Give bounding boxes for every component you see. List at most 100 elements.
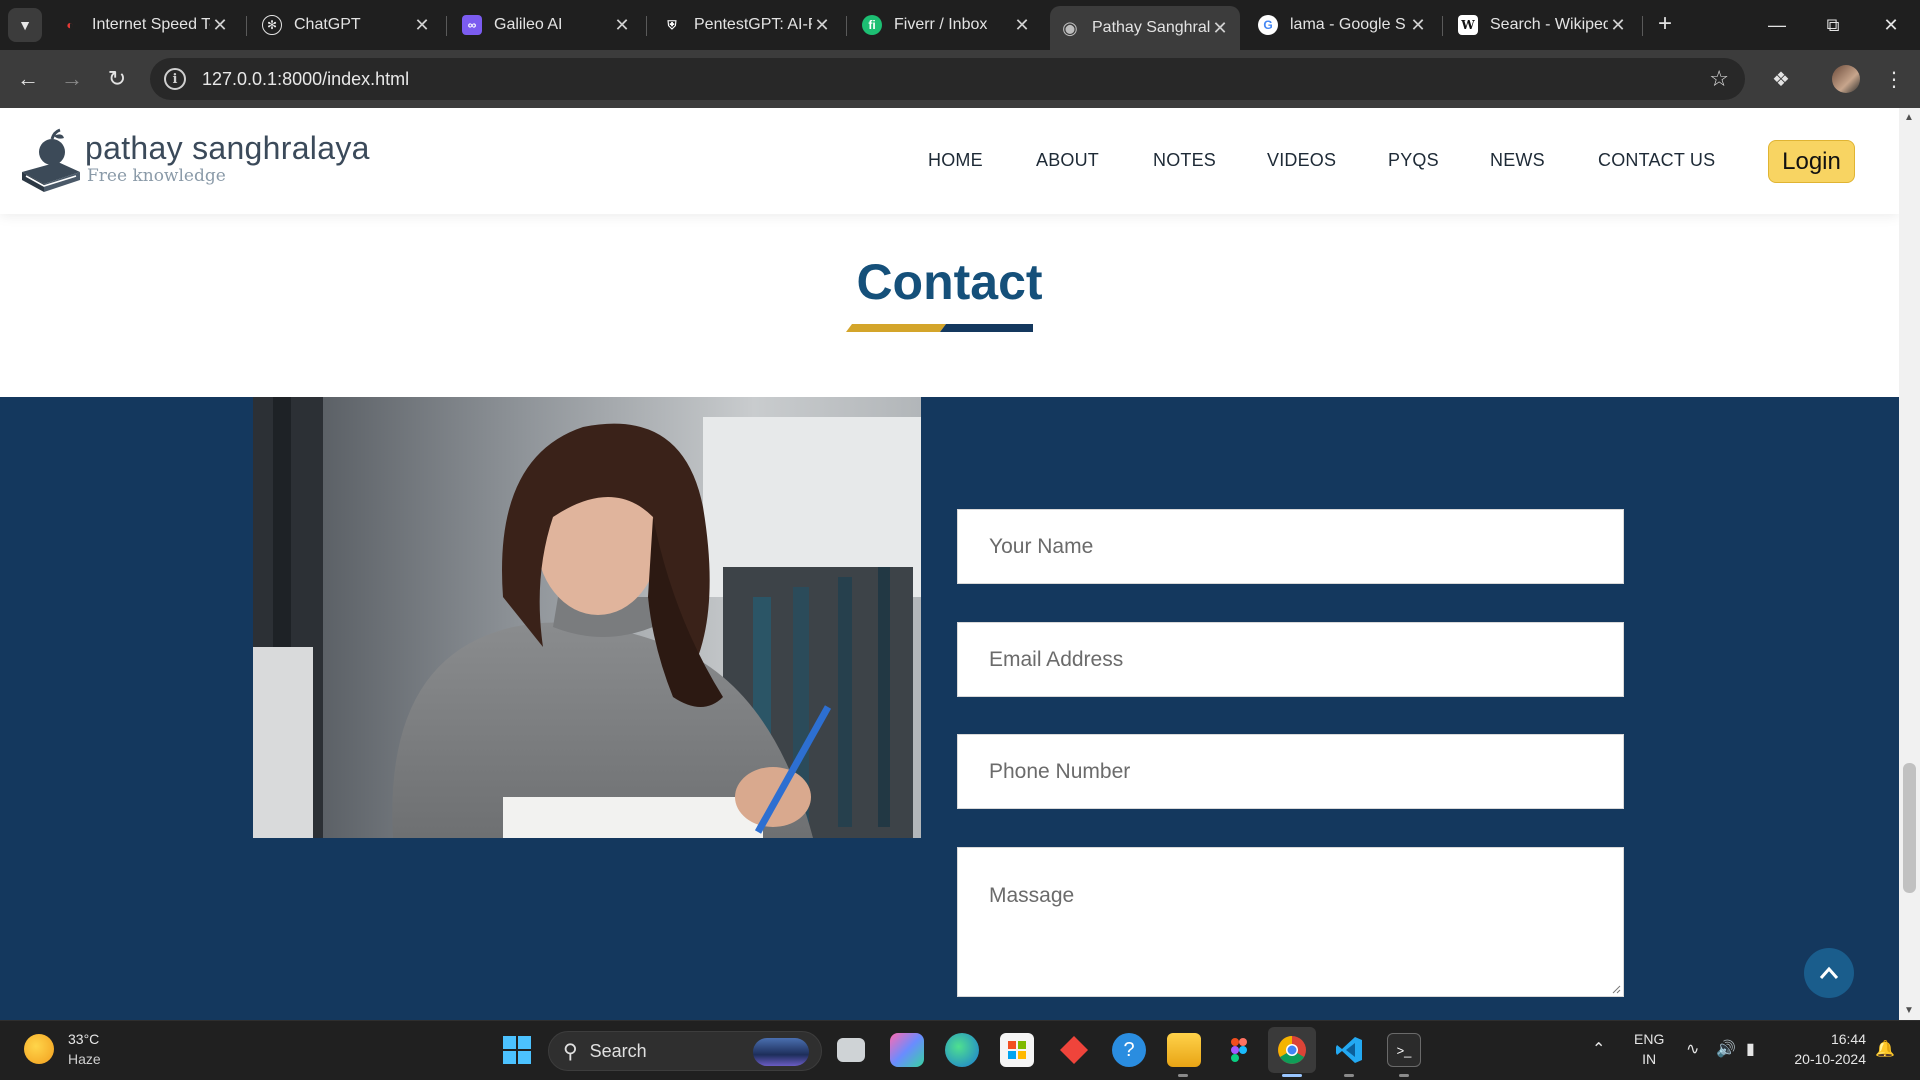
browser-window: ▼ ◐ Internet Speed Te ✕ ✻ ChatGPT ✕ ∞ Ga… [0,0,1920,1080]
battery-icon[interactable]: ▮ [1746,1039,1755,1059]
bookmark-star-icon[interactable]: ☆ [1709,66,1729,92]
close-icon[interactable]: ✕ [812,15,832,36]
tab-wikipedia[interactable]: W Search - Wikiped ✕ [1448,7,1638,43]
tab-title: Pathay Sanghrala [1092,19,1210,36]
tab-galileo[interactable]: ∞ Galileo AI ✕ [452,7,642,43]
book-apple-logo-icon[interactable] [18,126,84,196]
arrow-left-icon: ← [17,66,39,91]
chevron-down-icon: ▼ [18,17,32,33]
tab-chatgpt[interactable]: ✻ ChatGPT ✕ [252,7,442,43]
taskbar-search[interactable]: ⚲ Search [548,1031,822,1071]
close-icon[interactable]: ✕ [1608,15,1628,36]
start-button[interactable] [500,1033,534,1067]
tab-divider [1642,16,1643,36]
globe-icon: ◉ [1062,17,1078,38]
nav-news[interactable]: NEWS [1490,150,1545,171]
figma-icon[interactable] [1222,1033,1256,1067]
scroll-up-arrow-icon[interactable]: ▲ [1904,112,1914,123]
wifi-icon[interactable]: ∿ [1686,1039,1699,1059]
vscode-icon[interactable] [1332,1033,1366,1067]
message-textarea[interactable]: Massage [957,847,1624,997]
tab-pentestgpt[interactable]: ⛨ PentestGPT: AI-P ✕ [652,7,842,43]
search-icon: ⚲ [563,1040,578,1063]
tab-internet-speed[interactable]: ◐ Internet Speed Te ✕ [50,7,240,43]
back-button[interactable]: ← [12,63,44,95]
fiverr-icon: fi [862,15,882,35]
nav-contact-us[interactable]: CONTACT US [1598,150,1715,171]
close-icon[interactable]: ✕ [1408,15,1428,36]
edge-browser-icon[interactable] [945,1033,979,1067]
tab-title: PentestGPT: AI-P [694,16,812,33]
profile-avatar[interactable] [1832,65,1860,93]
nav-about[interactable]: ABOUT [1036,150,1099,171]
site-info-icon[interactable]: i [164,68,186,90]
login-button[interactable]: Login [1768,140,1855,183]
message-placeholder: Massage [989,884,1075,907]
browser-menu-button[interactable]: ⋮ [1878,63,1910,95]
new-tab-button[interactable]: + [1650,10,1680,40]
reload-icon: ↻ [107,66,127,91]
scroll-to-top-button[interactable] [1804,948,1854,998]
clock-time: 16:44 [1830,1031,1866,1047]
brand-name[interactable]: pathay sanghralaya [85,130,370,167]
minimize-button[interactable]: — [1749,0,1805,50]
phone-input[interactable]: Phone Number [957,734,1624,809]
region-code: IN [1642,1051,1657,1067]
resize-grip-icon[interactable] [1611,984,1621,994]
reload-button[interactable]: ↻ [101,63,133,95]
extensions-button[interactable]: ❖ [1765,63,1797,95]
scrollbar-thumb[interactable] [1903,763,1916,893]
tab-search-button[interactable]: ▼ [8,8,42,42]
student-writing-photo [253,397,921,838]
page-scrollbar[interactable]: ▲ ▼ [1899,108,1920,1020]
close-icon[interactable]: ✕ [1210,18,1230,39]
close-icon[interactable]: ✕ [1012,15,1032,36]
chrome-taskbar-button[interactable] [1268,1027,1316,1073]
nav-pyqs[interactable]: PYQS [1388,150,1439,171]
forward-button[interactable]: → [56,63,88,95]
haze-sun-icon [24,1034,54,1064]
language-indicator[interactable]: ENG IN [1634,1031,1664,1067]
file-explorer-icon[interactable] [1167,1033,1201,1067]
browser-toolbar: ← → ↻ i 127.0.0.1:8000/index.html ☆ ❖ ⋮ [0,50,1920,108]
tab-google-search[interactable]: G lama - Google S ✕ [1248,7,1438,43]
chevron-up-icon [1819,966,1839,979]
clock[interactable]: 16:44 20-10-2024 [1786,1031,1866,1067]
close-icon[interactable]: ✕ [412,15,432,36]
search-highlight-icon [753,1038,809,1066]
tab-divider [246,16,247,36]
tab-fiverr[interactable]: fi Fiverr / Inbox ✕ [852,7,1042,43]
vscode-running-indicator [1344,1074,1354,1077]
terminal-icon[interactable]: >_ [1387,1033,1421,1067]
help-icon[interactable]: ? [1112,1033,1146,1067]
restore-button[interactable]: ⧉ [1805,0,1861,50]
terminal-running-indicator [1399,1074,1409,1077]
close-icon[interactable]: ✕ [210,15,230,36]
task-view-icon[interactable] [837,1038,865,1062]
address-bar[interactable]: i 127.0.0.1:8000/index.html ☆ [150,58,1745,100]
copilot-icon[interactable] [890,1033,924,1067]
anydesk-icon[interactable] [1057,1033,1091,1067]
nav-notes[interactable]: NOTES [1153,150,1216,171]
tab-title: Internet Speed Te [92,16,210,33]
notification-bell-icon[interactable]: 🔔 [1875,1039,1895,1059]
tab-divider [646,16,647,36]
tab-pathay-sanghralaya[interactable]: ◉ Pathay Sanghrala ✕ [1050,6,1240,50]
show-hidden-icons-button[interactable]: ⌃ [1592,1039,1605,1059]
microsoft-store-icon[interactable] [1000,1033,1034,1067]
nav-home[interactable]: HOME [928,150,983,171]
nav-videos[interactable]: VIDEOS [1267,150,1336,171]
tab-divider [846,16,847,36]
email-input[interactable]: Email Address [957,622,1624,697]
name-input[interactable]: Your Name [957,509,1624,584]
scroll-down-arrow-icon[interactable]: ▼ [1904,1005,1914,1016]
chevron-up-icon: ⌃ [1592,1041,1606,1058]
volume-icon[interactable]: 🔊 [1716,1039,1736,1059]
url-text[interactable]: 127.0.0.1:8000/index.html [202,69,409,90]
puzzle-icon: ❖ [1772,68,1790,91]
close-window-button[interactable]: ✕ [1863,0,1919,50]
speedometer-icon: ◐ [66,18,74,32]
close-icon[interactable]: ✕ [612,15,632,36]
weather-widget[interactable]: 33°C Haze [24,1031,101,1067]
title-underline [846,324,1033,332]
